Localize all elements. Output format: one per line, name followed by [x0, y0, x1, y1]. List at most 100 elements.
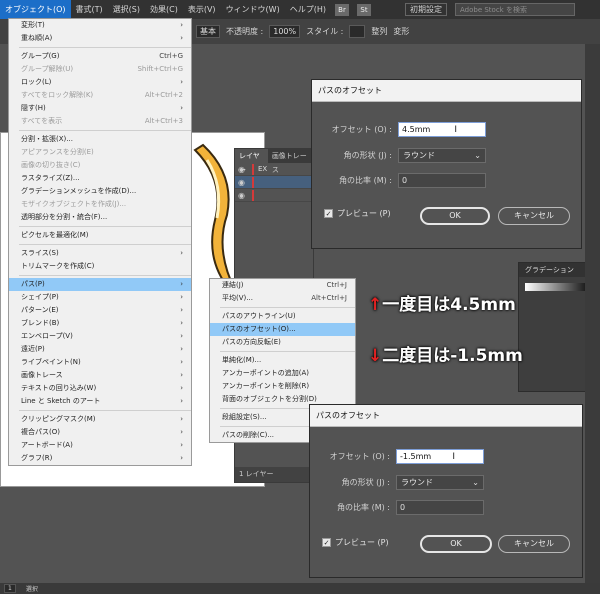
menu-separator [19, 130, 191, 131]
menu-item[interactable]: パスのアウトライン(U) [210, 310, 355, 323]
menu-separator [19, 47, 191, 48]
preview-checkbox[interactable]: ✓ プレビュー (P) [324, 208, 391, 219]
layer-row[interactable]: ◉ [235, 189, 313, 202]
tab-image-trace[interactable]: 画像トレース [268, 149, 313, 174]
menu-item-label: 隠す(H) [21, 104, 46, 112]
workspace-preset[interactable]: 初期設定 [404, 3, 447, 16]
menu-object[interactable]: オブジェクト(O) [0, 0, 71, 19]
opacity-label: 不透明度 : [226, 27, 264, 36]
cancel-button[interactable]: キャンセル [498, 535, 570, 553]
arrow-down-icon: ↓ [368, 346, 383, 366]
menu-item[interactable]: トリムマークを作成(C) [9, 260, 191, 273]
menu-item[interactable]: すべてをロック解除(K) Alt+Ctrl+2 [9, 89, 191, 102]
align-button[interactable]: 整列 [371, 26, 387, 37]
preview-checkbox[interactable]: ✓ プレビュー (P) [322, 537, 389, 548]
join-label: 角の形状 (J) : [343, 151, 392, 160]
menu-item[interactable]: 画像トレース › [9, 369, 191, 382]
menu-type[interactable]: 書式(T) [71, 0, 108, 19]
stock-button[interactable]: St [356, 3, 371, 16]
menu-item[interactable]: グラフ(R) › [9, 452, 191, 465]
menu-item-right: › [180, 19, 183, 32]
menu-item-right: › [180, 32, 183, 45]
style-swatch[interactable] [349, 25, 366, 38]
menu-item[interactable]: パスの方向反転(E) [210, 336, 355, 349]
menu-item[interactable]: スライス(S) › [9, 247, 191, 260]
right-panel-strip [585, 44, 600, 594]
menu-item[interactable]: Line と Sketch のアート › [9, 395, 191, 408]
menu-item[interactable]: グラデーションメッシュを作成(D)... [9, 185, 191, 198]
dialog-title: パスのオフセット [310, 405, 582, 427]
submenu-arrow-icon: › [180, 428, 183, 436]
menu-item[interactable]: 単純化(M)... [210, 354, 355, 367]
menu-item[interactable]: 複合パス(O) › [9, 426, 191, 439]
ok-button[interactable]: OK [420, 535, 492, 553]
submenu-arrow-icon: › [180, 34, 183, 42]
menu-item[interactable]: パターン(E) › [9, 304, 191, 317]
menu-item[interactable]: パスのオフセット(O)... [210, 323, 355, 336]
menu-view[interactable]: 表示(V) [183, 0, 221, 19]
eye-icon[interactable]: ◉ [238, 165, 248, 174]
menu-item[interactable]: テキストの回り込み(W) › [9, 382, 191, 395]
menu-item[interactable]: ピクセルを最適化(M) [9, 229, 191, 242]
menu-item[interactable]: グループ(G) Ctrl+G [9, 50, 191, 63]
menu-item[interactable]: ブレンド(B) › [9, 317, 191, 330]
menu-item[interactable]: ロック(L) › [9, 76, 191, 89]
menu-item-right: › [180, 413, 183, 426]
stock-search-input[interactable]: Adobe Stock を検索 [454, 3, 575, 16]
menu-item-label: 遠近(P) [21, 345, 45, 353]
artboard-number[interactable]: 1 [4, 584, 16, 593]
menu-item[interactable]: アートボード(A) › [9, 439, 191, 452]
eye-icon[interactable]: ◉ [238, 178, 248, 187]
menu-item[interactable]: 透明部分を分割・統合(F)... [9, 211, 191, 224]
menu-item[interactable]: グループ解除(U) Shift+Ctrl+G [9, 63, 191, 76]
eye-icon[interactable]: ◉ [238, 191, 248, 200]
object-menu: 変形(T) › 重ね順(A) › グループ(G) Ctrl+G グループ解除(U) Shift… [8, 18, 192, 466]
menu-item[interactable]: 遠近(P) › [9, 343, 191, 356]
join-row: 角の形状 (J) : ラウンド ⌄ [310, 475, 484, 490]
layer-row[interactable]: ◉ [235, 176, 313, 189]
bridge-button[interactable]: Br [334, 3, 349, 16]
menu-item[interactable]: エンベロープ(V) › [9, 330, 191, 343]
menu-item[interactable]: 平均(V)... Alt+Ctrl+J [210, 292, 355, 305]
join-select[interactable]: ラウンド ⌄ [398, 148, 486, 163]
menu-item-right: › [180, 247, 183, 260]
join-row: 角の形状 (J) : ラウンド ⌄ [312, 148, 486, 163]
menu-item[interactable]: 連結(J) Ctrl+J [210, 279, 355, 292]
transform-button[interactable]: 変形 [393, 26, 409, 37]
opacity-field[interactable]: 100% [269, 25, 301, 38]
menu-item-shortcut: Ctrl+J [326, 281, 347, 289]
offset-input[interactable]: -1.5mm I [396, 449, 484, 464]
miter-input[interactable]: 0 [398, 173, 486, 188]
menu-item[interactable]: モザイクオブジェクトを作成(J)... [9, 198, 191, 211]
offset-input[interactable]: 4.5mm I [398, 122, 486, 137]
submenu-arrow-icon: › [180, 384, 183, 392]
tab-layers[interactable]: レイヤー [235, 149, 268, 174]
cancel-button[interactable]: キャンセル [498, 207, 570, 225]
menu-effect[interactable]: 効果(C) [145, 0, 183, 19]
menu-item[interactable]: 分割・拡張(X)... [9, 133, 191, 146]
menu-item-label: グラデーションメッシュを作成(D)... [21, 187, 137, 195]
menu-item[interactable]: アピアランスを分割(E) [9, 146, 191, 159]
gradient-slider[interactable] [525, 283, 593, 291]
menu-item[interactable]: シェイプ(P) › [9, 291, 191, 304]
menu-item[interactable]: すべてを表示 Alt+Ctrl+3 [9, 115, 191, 128]
menu-window[interactable]: ウィンドウ(W) [221, 0, 285, 19]
menu-item-right: Alt+Ctrl+3 [137, 115, 183, 128]
stroke-style-select[interactable]: 基本 [196, 25, 220, 38]
menu-item[interactable]: 隠す(H) › [9, 102, 191, 115]
menu-select[interactable]: 選択(S) [108, 0, 145, 19]
menu-item[interactable]: 画像の切り抜き(C) [9, 159, 191, 172]
join-value: ラウンド [401, 478, 433, 487]
menu-item[interactable]: クリッピングマスク(M) › [9, 413, 191, 426]
menu-item[interactable]: 変形(T) › [9, 19, 191, 32]
menu-item[interactable]: パス(P) › [9, 278, 191, 291]
menu-item[interactable]: 重ね順(A) › [9, 32, 191, 45]
join-select[interactable]: ラウンド ⌄ [396, 475, 484, 490]
ok-button[interactable]: OK [420, 207, 490, 225]
menu-item[interactable]: ライブペイント(N) › [9, 356, 191, 369]
menu-help[interactable]: ヘルプ(H) [285, 0, 331, 19]
menu-item[interactable]: アンカーポイントの追加(A) [210, 367, 355, 380]
menu-item[interactable]: ラスタライズ(Z)... [9, 172, 191, 185]
menu-item[interactable]: アンカーポイントを削除(R) [210, 380, 355, 393]
miter-input[interactable]: 0 [396, 500, 484, 515]
